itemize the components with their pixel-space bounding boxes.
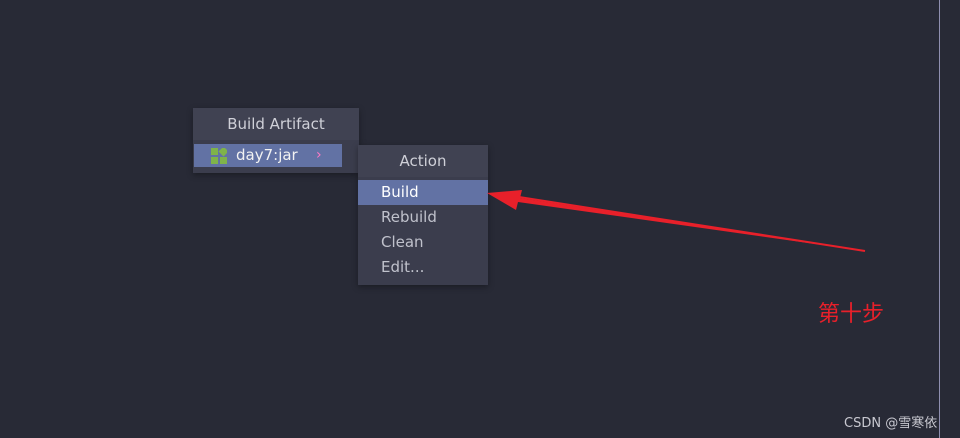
annotation-arrow (487, 190, 866, 252)
watermark: CSDN @雪寒依 (844, 416, 938, 431)
ide-background: { "artifact_popup": { "title": "Build Ar… (0, 0, 960, 438)
step-annotation-label: 第十步 (818, 302, 885, 327)
